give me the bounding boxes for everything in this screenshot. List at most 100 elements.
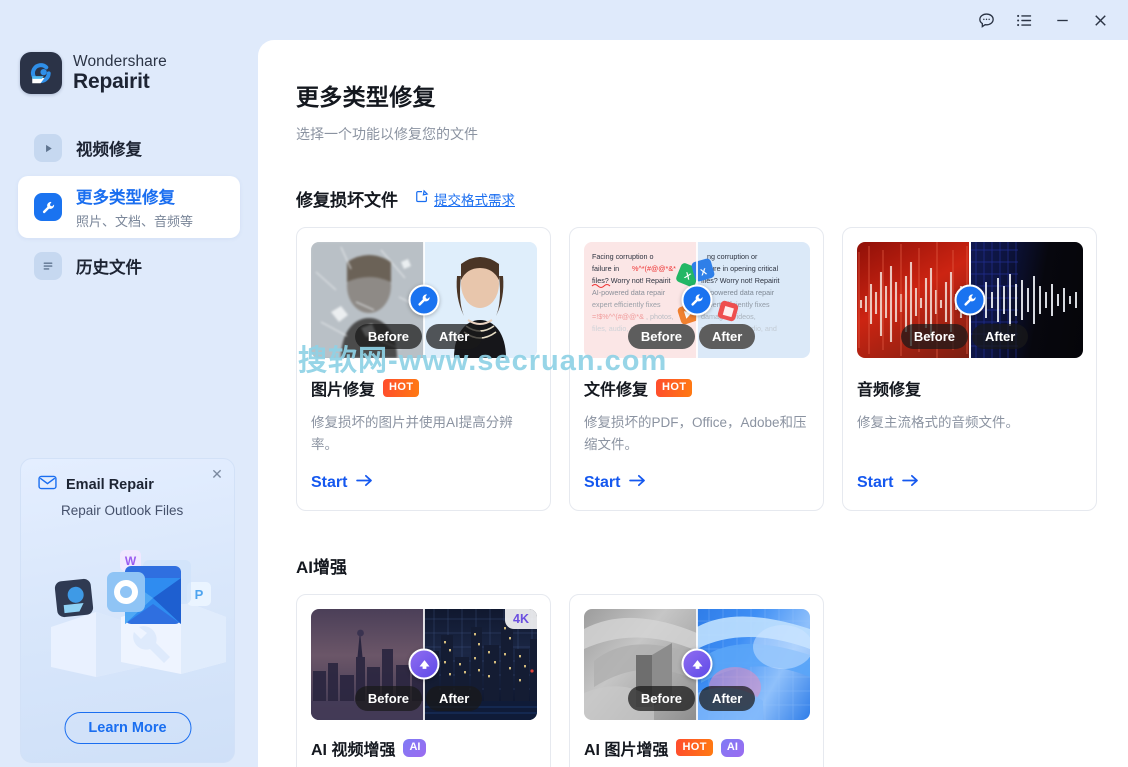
svg-text:AI-powered data repair: AI-powered data repair — [592, 288, 666, 297]
svg-text:failure in: failure in — [592, 264, 619, 273]
photo-before-after-thumbnail: Before After — [311, 242, 537, 358]
close-icon[interactable] — [1082, 5, 1118, 35]
card-title: 文件修复 — [584, 382, 649, 399]
arrow-right-icon — [629, 474, 646, 492]
audio-waveform-before-after-thumbnail: Before After — [857, 242, 1083, 358]
before-label: Before — [900, 324, 968, 349]
sidebar-item-more-types-repair[interactable]: 更多类型修复 照片、文档、音频等 — [18, 176, 240, 238]
card-description: 修复主流格式的音频文件。 — [857, 415, 1019, 430]
svg-text:, photos,: , photos, — [646, 312, 674, 321]
card-photo-repair[interactable]: Before After 图片修复 HOT 修复损坏的图片并使用AI提高分辨率。… — [296, 227, 551, 511]
wrench-icon — [34, 193, 62, 221]
card-audio-repair[interactable]: Before After 音频修复 修复主流格式的音频文件。 Start — [842, 227, 1097, 511]
card-title: AI 图片增强 — [584, 741, 669, 759]
page-subtitle: 选择一个功能以修复您的文件 — [296, 126, 478, 142]
start-button[interactable]: Start — [311, 474, 536, 492]
main-content: 更多类型修复 选择一个功能以修复您的文件 修复损坏文件 提交格式需求 Befor… — [258, 40, 1128, 767]
svg-text:expert efficiently fixes: expert efficiently fixes — [592, 300, 661, 309]
sidebar-item-label: 更多类型修复 — [76, 189, 175, 207]
envelope-icon — [38, 475, 57, 495]
start-label: Start — [857, 473, 894, 491]
hot-badge: HOT — [656, 379, 693, 397]
list-icon — [34, 252, 62, 280]
ai-badge: AI — [720, 739, 744, 757]
email-repair-promo[interactable]: ✕ Email Repair Repair Outlook Files W P … — [20, 458, 235, 763]
sidebar: Wondershare Repairit 视频修复 更多类型修复 照片、文档、音… — [0, 40, 258, 767]
after-label: After — [972, 324, 1029, 349]
brand-product: Repairit — [73, 70, 150, 94]
video-icon — [34, 134, 62, 162]
feedback-icon[interactable] — [968, 5, 1004, 35]
after-label: After — [426, 685, 483, 711]
compare-handle-wrench-icon[interactable] — [954, 284, 986, 316]
card-ai-photo-enhance[interactable]: Before After AI 图片增强 HOT AI 使用领先的 AI 算法增… — [569, 593, 824, 767]
resolution-badge-4k: 4K — [505, 608, 537, 629]
edit-square-icon — [415, 189, 429, 208]
before-label: Before — [354, 685, 422, 711]
before-label: Before — [627, 685, 695, 711]
repair-cards: Before After 图片修复 HOT 修复损坏的图片并使用AI提高分辨率。… — [296, 227, 1097, 511]
learn-more-button[interactable]: Learn More — [64, 712, 191, 744]
ai-badge: AI — [403, 739, 427, 757]
sidebar-item-sublabel: 照片、文档、音频等 — [76, 214, 194, 229]
section-link-label: 提交格式需求 — [434, 192, 515, 208]
section-title: AI增强 — [296, 557, 347, 577]
svg-text:=!$%^^(#@@*&: =!$%^^(#@@*& — [592, 312, 644, 321]
compare-handle-ai-icon[interactable] — [408, 648, 440, 680]
card-title: 音频修复 — [857, 382, 922, 399]
start-button[interactable]: Start — [857, 474, 1082, 492]
card-title: AI 视频增强 — [311, 741, 396, 759]
app-window: Wondershare Repairit 视频修复 更多类型修复 照片、文档、音… — [0, 0, 1128, 767]
hot-badge: HOT — [676, 739, 713, 757]
sidebar-item-label: 视频修复 — [76, 141, 142, 159]
promo-title: Email Repair — [66, 477, 154, 493]
app-logo-icon — [20, 52, 62, 94]
card-title: 图片修复 — [311, 382, 376, 399]
arrow-right-icon — [902, 474, 919, 492]
hot-badge: HOT — [383, 379, 420, 397]
sidebar-item-video-repair[interactable]: 视频修复 — [18, 120, 240, 176]
ai-cards: 4K Before After AI 视频增强 AI 使用强大的 AI 算法增强… — [296, 593, 1096, 767]
after-label: After — [426, 324, 483, 349]
before-label: Before — [354, 324, 422, 349]
svg-text:W: W — [125, 554, 137, 568]
abstract-before-after-thumbnail: Before After — [584, 608, 810, 720]
start-label: Start — [584, 473, 621, 491]
after-label: After — [699, 685, 756, 711]
compare-handle-ai-icon[interactable] — [681, 648, 713, 680]
submit-format-request-link[interactable]: 提交格式需求 — [415, 189, 515, 209]
brand-vendor: Wondershare — [73, 52, 167, 70]
title-bar — [0, 0, 1128, 40]
city-skyline-before-after-thumbnail: 4K Before After — [311, 608, 537, 720]
sidebar-nav: 视频修复 更多类型修复 照片、文档、音频等 历史文件 — [0, 120, 258, 294]
section-header-repair: 修复损坏文件 提交格式需求 — [296, 186, 1096, 211]
card-file-repair[interactable]: Facing corruption o failure in %^*(#@@*&… — [569, 227, 824, 511]
start-button[interactable]: Start — [584, 474, 809, 492]
brand: Wondershare Repairit — [0, 40, 258, 94]
page-title: 更多类型修复 — [296, 84, 436, 110]
card-ai-video-enhance[interactable]: 4K Before After AI 视频增强 AI 使用强大的 AI 算法增强… — [296, 593, 551, 767]
document-before-after-thumbnail: Facing corruption o failure in %^*(#@@*&… — [584, 242, 810, 358]
svg-text:files? Worry not! Repairit: files? Worry not! Repairit — [592, 276, 671, 285]
svg-text:P: P — [195, 587, 204, 602]
start-label: Start — [311, 473, 348, 491]
before-label: Before — [627, 324, 695, 349]
compare-handle-wrench-icon[interactable] — [408, 284, 440, 316]
section-title: 修复损坏文件 — [296, 191, 398, 210]
sidebar-item-label: 历史文件 — [76, 259, 142, 277]
after-label: After — [699, 324, 756, 349]
minimize-icon[interactable] — [1044, 5, 1080, 35]
svg-text:%^*(#@@*&*: %^*(#@@*&* — [632, 264, 676, 273]
promo-illustration: W P — [21, 522, 234, 677]
promo-subtitle: Repair Outlook Files — [61, 503, 184, 518]
section-header-ai: AI增强 — [296, 553, 1096, 578]
sidebar-item-history-files[interactable]: 历史文件 — [18, 238, 240, 294]
card-description: 修复损坏的PDF，Office，Adobe和压缩文件。 — [584, 415, 807, 452]
svg-text:Facing corruption o: Facing corruption o — [592, 252, 654, 261]
compare-handle-wrench-icon[interactable] — [681, 284, 713, 316]
list-menu-icon[interactable] — [1006, 5, 1042, 35]
promo-close-icon[interactable]: ✕ — [208, 465, 226, 483]
promo-title-row: Email Repair — [21, 459, 234, 495]
arrow-right-icon — [356, 474, 373, 492]
card-description: 修复损坏的图片并使用AI提高分辨率。 — [311, 415, 513, 452]
